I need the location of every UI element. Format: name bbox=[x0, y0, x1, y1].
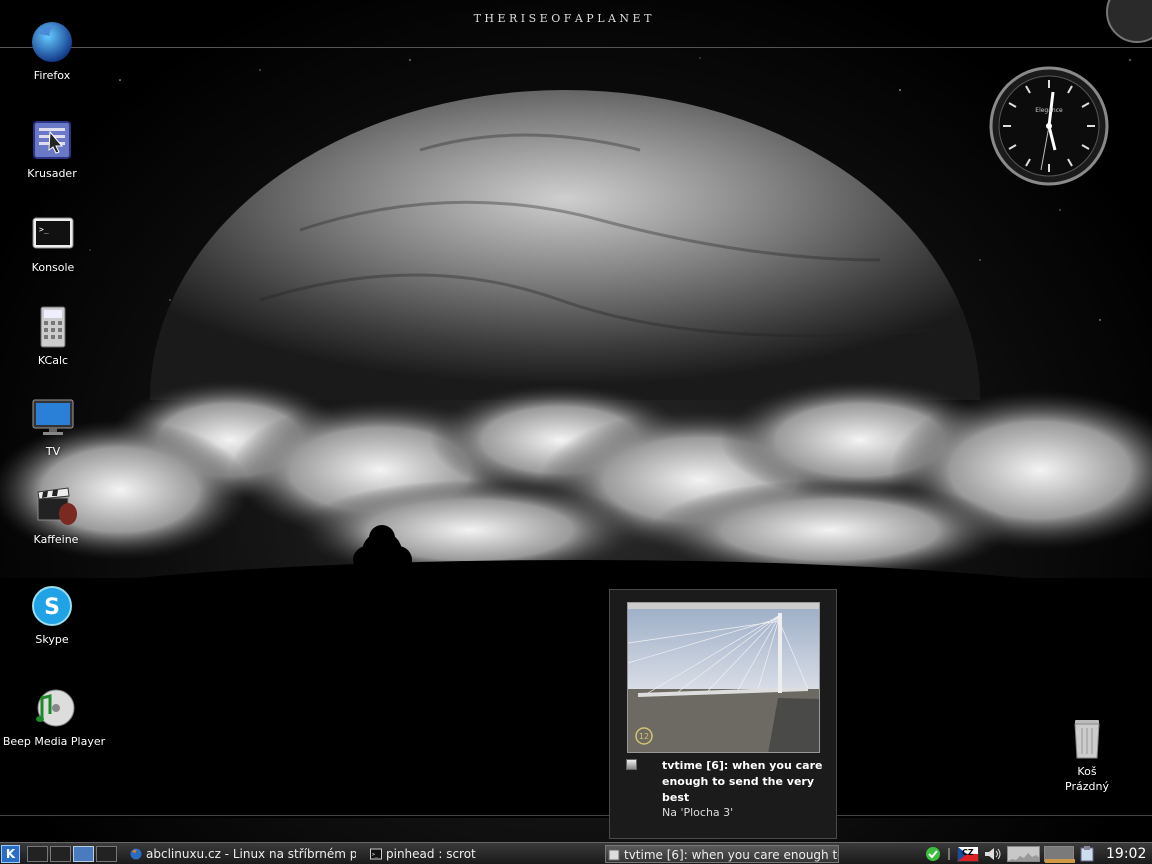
clouds bbox=[0, 380, 1152, 580]
svg-text:>_: >_ bbox=[39, 225, 49, 234]
desktop-pager bbox=[27, 846, 117, 862]
ground bbox=[0, 578, 1152, 818]
cpu-load-monitor[interactable] bbox=[1007, 846, 1040, 862]
taskbar: K abclinuxu.cz - Linux na stříbrném po >… bbox=[0, 842, 1152, 864]
thumbnail-channel-badge: 12 bbox=[639, 732, 649, 741]
top-divider bbox=[0, 47, 1152, 48]
desktop-icon-label: Skype bbox=[35, 633, 69, 646]
desktop-icon-beep-media-player[interactable]: Beep Media Player bbox=[2, 686, 106, 749]
clapperboard-icon bbox=[37, 487, 77, 525]
keyboard-layout-label: CZ bbox=[962, 848, 974, 857]
task-button-firefox[interactable]: abclinuxu.cz - Linux na stříbrném po bbox=[128, 845, 356, 863]
desktop-icon-konsole[interactable]: >_ Konsole bbox=[1, 212, 105, 275]
desktop-icon-label: Firefox bbox=[33, 69, 71, 82]
pager-desktop-3[interactable] bbox=[73, 846, 94, 862]
task-button-tvtime[interactable]: tvtime [6]: when you care enough to bbox=[605, 845, 839, 863]
tooltip-desktop-location: Na 'Plocha 3' bbox=[662, 806, 734, 819]
desktop-icon-label: Beep Media Player bbox=[2, 735, 106, 748]
desktop-icon-label: Kaffeine bbox=[33, 533, 79, 546]
skype-icon: S bbox=[32, 586, 72, 626]
desktop-icon-label: TV bbox=[45, 445, 61, 458]
desktop-icon-krusader[interactable]: Krusader bbox=[0, 118, 104, 181]
trash-label-name: Koš bbox=[1077, 765, 1097, 778]
music-player-icon bbox=[36, 689, 75, 727]
krusader-icon bbox=[33, 121, 71, 159]
bottom-divider bbox=[0, 815, 1152, 816]
window-thumbnail: 12 bbox=[627, 602, 820, 753]
pager-desktop-2[interactable] bbox=[50, 846, 71, 862]
calculator-icon bbox=[40, 306, 66, 348]
desktop-wallpaper: T H E R I S E O F A P L A N E T bbox=[0, 0, 1152, 842]
desktop-icon-kaffeine[interactable]: Kaffeine bbox=[4, 484, 108, 547]
tree-silhouette bbox=[353, 525, 412, 594]
taskbar-preview-tooltip: 12 tvtime [6]: when you care enough to s… bbox=[609, 589, 837, 839]
volume-icon[interactable] bbox=[983, 846, 1003, 862]
taskbar-clock[interactable]: 19:02 bbox=[1106, 844, 1146, 864]
system-tray: CZ bbox=[925, 845, 1096, 863]
analog-clock-widget[interactable]: Elegance bbox=[989, 66, 1109, 186]
desktop-icon-skype[interactable]: S Skype bbox=[0, 584, 104, 647]
trash-icon bbox=[1074, 720, 1100, 759]
tray-separator-icon bbox=[948, 848, 950, 860]
task-label: tvtime [6]: when you care enough to bbox=[624, 848, 839, 862]
task-label: abclinuxu.cz - Linux na stříbrném po bbox=[146, 847, 356, 861]
task-label: pinhead : scrot bbox=[386, 847, 476, 861]
svg-text:>_: >_ bbox=[372, 852, 379, 858]
desktop-icon-label: Konsole bbox=[31, 261, 75, 274]
desktop-icon-tv[interactable]: TV bbox=[1, 396, 105, 459]
wallpaper-title: T H E R I S E O F A P L A N E T bbox=[473, 12, 652, 25]
clock-brand: Elegance bbox=[1035, 107, 1063, 114]
pager-desktop-1[interactable] bbox=[27, 846, 48, 862]
pager-desktop-4[interactable] bbox=[96, 846, 117, 862]
terminal-icon: >_ bbox=[32, 217, 74, 249]
trash-label-status: Prázdný bbox=[1065, 780, 1109, 793]
tvtime-icon bbox=[626, 759, 637, 770]
desktop-icon-firefox[interactable]: Firefox bbox=[0, 20, 104, 83]
tooltip-title: tvtime [6]: when you care enough to send… bbox=[662, 759, 823, 804]
desktop-icon-trash[interactable]: Koš Prázdný bbox=[1035, 716, 1139, 794]
tvtime-icon bbox=[608, 849, 620, 861]
firefox-icon bbox=[32, 22, 72, 62]
desktop-icon-label: KCalc bbox=[37, 354, 69, 367]
memory-monitor[interactable] bbox=[1044, 846, 1075, 863]
terminal-icon: >_ bbox=[370, 848, 382, 860]
firefox-icon bbox=[130, 848, 142, 860]
network-status-icon[interactable] bbox=[925, 846, 941, 862]
clipboard-icon[interactable] bbox=[1078, 846, 1096, 862]
moon-corner-icon[interactable] bbox=[1101, 0, 1152, 50]
monitor-icon bbox=[32, 399, 74, 435]
kmenu-start-button[interactable]: K bbox=[1, 845, 20, 863]
keyboard-layout-indicator[interactable]: CZ bbox=[957, 846, 979, 862]
desktop-icon-kcalc[interactable]: KCalc bbox=[1, 305, 105, 368]
desktop-icon-label: Krusader bbox=[27, 167, 77, 180]
svg-text:S: S bbox=[44, 595, 60, 620]
task-button-konsole[interactable]: >_ pinhead : scrot bbox=[368, 845, 593, 863]
